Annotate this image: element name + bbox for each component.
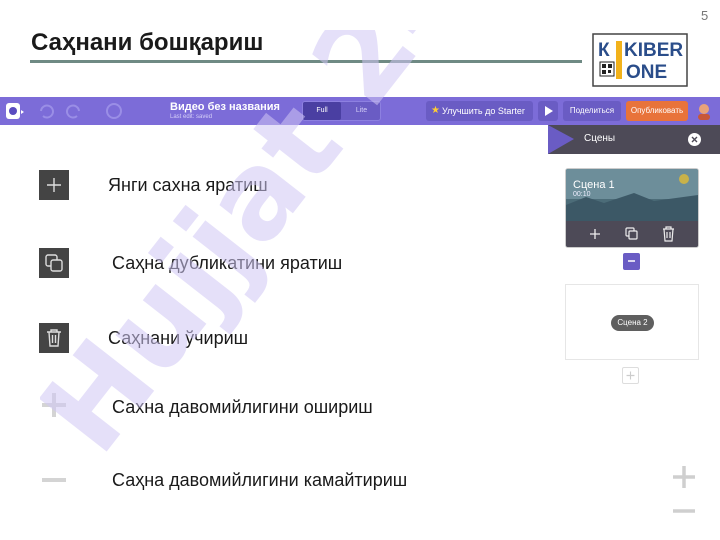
scene-thumbnail-1[interactable]: Сцена 1 00:10 bbox=[565, 168, 699, 248]
video-subtitle: Last edit: saved bbox=[170, 114, 213, 120]
add-scene-icon[interactable] bbox=[588, 227, 602, 241]
star-icon: ★ bbox=[431, 105, 440, 116]
mode-full-option[interactable]: Full bbox=[303, 102, 341, 120]
panel-arrow bbox=[548, 125, 574, 154]
duplicate-scene-action-icon bbox=[39, 248, 69, 278]
logo-line1: KIBER bbox=[624, 40, 683, 61]
mode-toggle[interactable]: Full Lite bbox=[302, 101, 381, 121]
video-title[interactable]: Видео без названия bbox=[170, 101, 280, 113]
page-title: Саҳнани бошқариш bbox=[31, 29, 264, 56]
publish-button[interactable]: Опубликовать bbox=[626, 101, 688, 121]
scenes-panel-header: Сцены bbox=[548, 125, 720, 154]
avatar-icon[interactable] bbox=[694, 101, 714, 121]
upgrade-button[interactable]: ★ Улучшить до Starter bbox=[426, 101, 533, 121]
action-label-duplicate-scene: Саҳна дубликатини яратиш bbox=[112, 253, 343, 273]
decrease-duration-icon bbox=[42, 478, 66, 482]
scene-1-toolbar bbox=[566, 221, 698, 247]
action-label-decrease-duration: Саҳна давомийлигини камайтириш bbox=[112, 470, 408, 490]
increase-duration-icon bbox=[42, 393, 66, 417]
scene-1-label: Сцена 1 bbox=[573, 179, 615, 191]
scene-thumbnail-2[interactable]: Сцена 2 bbox=[565, 284, 699, 360]
scene-2-label: Сцена 2 bbox=[611, 315, 654, 331]
duration-minus-button[interactable] bbox=[670, 497, 698, 525]
undo-icon[interactable] bbox=[36, 101, 56, 121]
upgrade-label: Улучшить до Starter bbox=[442, 106, 525, 116]
delete-scene-action-icon bbox=[39, 323, 69, 353]
delete-scene-icon[interactable] bbox=[661, 225, 676, 242]
svg-text:К: К bbox=[598, 40, 610, 61]
title-divider bbox=[30, 60, 582, 63]
play-icon bbox=[545, 106, 553, 116]
logo-line2: ONE bbox=[626, 62, 667, 83]
close-icon[interactable] bbox=[688, 133, 701, 146]
trash-icon bbox=[47, 329, 61, 347]
action-label-increase-duration: Сахна давомийлигини ошириш bbox=[112, 397, 373, 417]
duplicate-icon bbox=[45, 254, 63, 272]
action-label-delete-scene: Саҳнани ўчириш bbox=[108, 328, 249, 348]
action-label-new-scene: Янги сахна яратиш bbox=[108, 175, 268, 195]
mode-lite-option[interactable]: Lite bbox=[343, 102, 380, 120]
play-button[interactable] bbox=[538, 101, 558, 121]
redo-icon[interactable] bbox=[64, 101, 84, 121]
share-button[interactable]: Поделиться bbox=[563, 101, 621, 121]
new-scene-icon bbox=[39, 170, 69, 200]
app-logo-icon[interactable] bbox=[4, 101, 24, 121]
scene-1-duration: 00:10 bbox=[573, 191, 591, 198]
add-scene-button[interactable] bbox=[622, 367, 639, 384]
scene-expand-icon[interactable] bbox=[623, 253, 640, 270]
scenes-panel-title: Сцены bbox=[584, 133, 616, 144]
duplicate-scene-icon[interactable] bbox=[624, 226, 639, 241]
plus-icon bbox=[47, 178, 61, 192]
slide-number: 5 bbox=[701, 8, 709, 23]
duration-plus-button[interactable] bbox=[670, 463, 698, 491]
cloud-icon[interactable] bbox=[104, 101, 124, 121]
kiber-one-logo: К KIBER ONE bbox=[592, 33, 688, 87]
